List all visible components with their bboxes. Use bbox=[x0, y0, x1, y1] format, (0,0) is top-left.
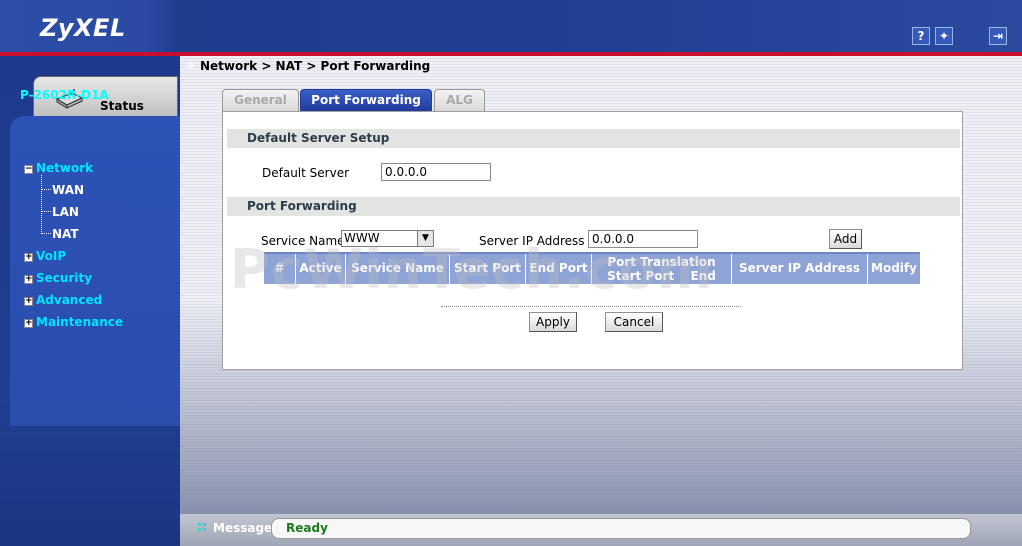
zyxel-logo: ZyXEL bbox=[40, 14, 126, 42]
help-icon[interactable]: ? bbox=[912, 27, 930, 45]
server-ip-input[interactable]: 0.0.0.0 bbox=[588, 230, 698, 248]
device-name: P-2602R-D1A bbox=[20, 88, 109, 102]
column-header-start-port: Start Port bbox=[450, 254, 526, 284]
grip-icon bbox=[198, 523, 206, 531]
sidebar-item-nat[interactable]: NAT bbox=[52, 227, 79, 241]
sidebar-item-lan[interactable]: LAN bbox=[52, 205, 79, 219]
breadcrumb: Network > NAT > Port Forwarding bbox=[200, 59, 431, 73]
separator bbox=[441, 306, 741, 307]
tab-general[interactable]: General bbox=[222, 89, 299, 112]
tree-branch bbox=[41, 211, 51, 212]
expand-icon: + bbox=[24, 318, 33, 328]
tab-alg[interactable]: ALG bbox=[434, 89, 485, 112]
add-button[interactable]: Add bbox=[829, 229, 862, 249]
column-header-end-port: End Port bbox=[526, 254, 592, 284]
cancel-button[interactable]: Cancel bbox=[605, 312, 663, 332]
port-translation-label: Port Translation bbox=[607, 255, 716, 269]
column-header-service-name: Service Name bbox=[346, 254, 450, 284]
column-header-active: Active bbox=[296, 254, 346, 284]
service-name-value: WWW bbox=[344, 231, 380, 245]
column-header-server-ip: Server IP Address bbox=[732, 254, 868, 284]
apply-button[interactable]: Apply bbox=[529, 312, 577, 332]
collapse-icon: − bbox=[24, 164, 33, 174]
sidebar-item-voip[interactable]: + VoIP bbox=[24, 249, 66, 263]
sidebar-item-label: Maintenance bbox=[36, 315, 124, 329]
arrow-icon bbox=[186, 61, 194, 69]
column-header-port-translation: Port Translation Start Port End Port bbox=[592, 254, 732, 297]
tree-branch bbox=[41, 189, 51, 190]
sidebar-item-label: VoIP bbox=[36, 249, 67, 263]
expand-icon: + bbox=[24, 296, 33, 306]
sidebar-item-wan[interactable]: WAN bbox=[52, 183, 84, 197]
sidebar-item-advanced[interactable]: + Advanced bbox=[24, 293, 102, 307]
sidebar-item-network[interactable]: − Network bbox=[24, 161, 93, 175]
chevron-down-icon: ▼ bbox=[417, 231, 433, 246]
message-box bbox=[271, 518, 971, 539]
tab-port-forwarding[interactable]: Port Forwarding bbox=[300, 89, 432, 112]
wizard-icon[interactable]: ✦ bbox=[935, 27, 953, 45]
message-text: Ready bbox=[286, 521, 328, 535]
expand-icon: + bbox=[24, 252, 33, 262]
sidebar-item-label: Security bbox=[36, 271, 93, 285]
default-server-label: Default Server bbox=[262, 166, 350, 180]
tree-branch bbox=[41, 233, 51, 234]
tree-line bbox=[41, 175, 42, 234]
sidebar-item-security[interactable]: + Security bbox=[24, 271, 92, 285]
default-server-input[interactable]: 0.0.0.0 bbox=[381, 163, 491, 181]
column-header-number: # bbox=[264, 254, 296, 284]
column-header-modify: Modify bbox=[868, 254, 920, 284]
port-forwarding-header: Port Forwarding bbox=[227, 197, 960, 216]
sidebar-item-label: Advanced bbox=[36, 293, 103, 307]
sidebar-item-maintenance[interactable]: + Maintenance bbox=[24, 315, 123, 329]
expand-icon: + bbox=[24, 274, 33, 284]
service-name-select[interactable]: WWW ▼ bbox=[341, 230, 434, 247]
sidebar-item-label: Network bbox=[36, 161, 94, 175]
translation-start-port-label: Start Port bbox=[607, 269, 675, 283]
message-label: Message bbox=[213, 521, 273, 535]
default-server-header: Default Server Setup bbox=[227, 129, 960, 148]
service-name-label: Service Name bbox=[261, 234, 345, 248]
server-ip-label: Server IP Address bbox=[479, 234, 585, 248]
logout-icon[interactable]: ⇥ bbox=[989, 27, 1007, 45]
